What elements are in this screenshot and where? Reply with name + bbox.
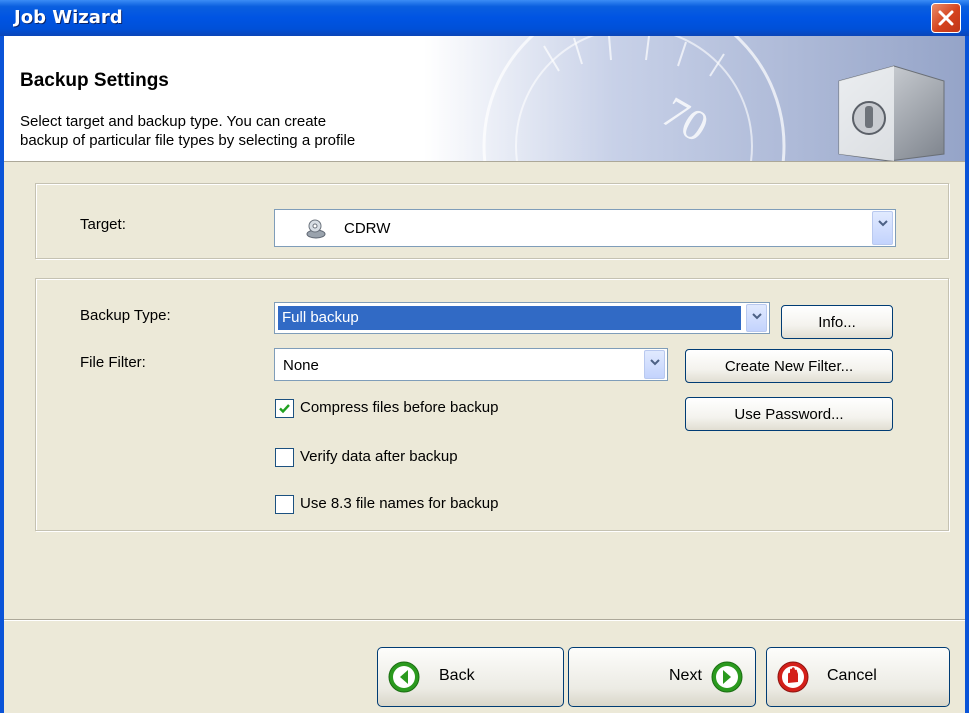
arrow-left-icon [388,661,420,693]
close-button[interactable] [931,3,961,33]
close-icon [938,10,954,26]
cancel-label: Cancel [827,667,877,684]
use-password-button[interactable]: Use Password... [685,397,893,431]
next-label: Next [669,667,702,684]
backup-type-dropdown-button[interactable] [746,304,767,332]
create-new-filter-label: Create New Filter... [724,358,854,375]
window-frame-right [965,36,969,713]
stop-hand-icon [777,661,809,693]
back-button[interactable]: Back [377,647,564,707]
compress-files-checkbox[interactable] [275,399,294,418]
backup-type-value: Full backup [282,309,359,326]
backup-type-label: Backup Type: [80,307,171,324]
file-filter-label: File Filter: [80,354,146,371]
target-select[interactable]: CDRW [274,209,896,247]
cd-drive-icon [306,219,326,239]
header-banner-art: 70 [424,36,965,161]
verify-data-checkbox[interactable] [275,448,294,467]
use-password-label: Use Password... [734,406,844,423]
target-dropdown-button[interactable] [872,211,893,245]
target-label: Target: [80,216,126,233]
compress-files-label: Compress files before backup [300,399,499,416]
create-new-filter-button[interactable]: Create New Filter... [685,349,893,383]
cancel-button[interactable]: Cancel [766,647,950,707]
chevron-down-icon [878,220,888,227]
target-value: CDRW [344,220,391,237]
description-line-1: Select target and backup type. You can c… [20,113,327,130]
page-description: Select target and backup type. You can c… [20,112,460,150]
verify-data-label: Verify data after backup [300,448,458,465]
footer-divider-highlight [4,620,965,621]
title-bar[interactable]: Job Wizard [0,0,969,36]
wizard-header: 70 Backup Settings Select target and bac… [4,36,965,162]
next-button[interactable]: Next [568,647,756,707]
use-83-names-label: Use 8.3 file names for backup [300,495,499,512]
back-label: Back [439,667,475,684]
checkmark-icon [279,404,290,414]
file-filter-dropdown-button[interactable] [644,350,665,379]
description-line-2: backup of particular file types by selec… [20,132,356,149]
use-83-names-checkbox[interactable] [275,495,294,514]
file-filter-select[interactable]: None [274,348,668,381]
job-wizard-window: Job Wizard 70 Backup Settings Select tar… [0,0,969,713]
arrow-right-icon [711,661,743,693]
file-filter-value: None [283,357,319,374]
backup-type-select[interactable]: Full backup [274,302,770,334]
info-button[interactable]: Info... [781,305,893,339]
chevron-down-icon [650,359,660,366]
window-title: Job Wizard [14,7,123,28]
info-button-label: Info... [818,314,856,331]
chevron-down-icon [752,313,762,320]
page-title: Backup Settings [20,70,169,91]
safe-icon [838,65,945,161]
